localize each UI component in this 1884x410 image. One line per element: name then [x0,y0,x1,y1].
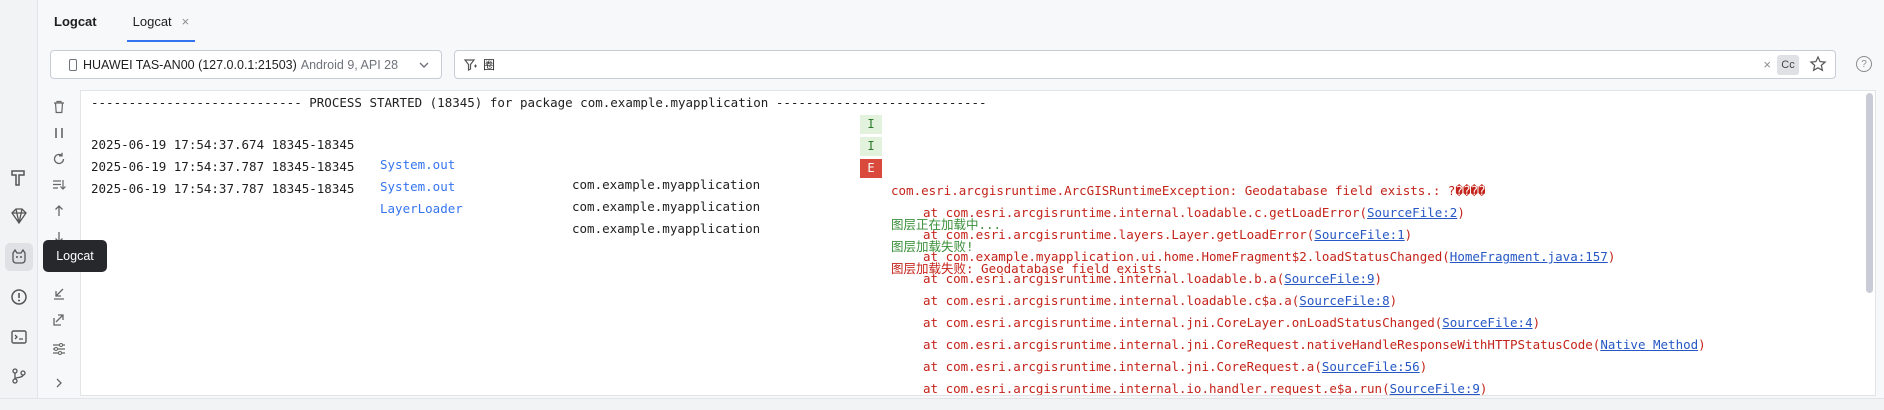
device-selector[interactable]: HUAWEI TAS-AN00 (127.0.0.1:21503) Androi… [50,50,442,79]
expand-icon[interactable] [46,372,72,394]
stack-frame: at com.esri.arcgisruntime.internal.jni.C… [923,313,1540,333]
tool-window-strip [0,0,38,410]
source-link[interactable]: SourceFile:9 [1390,381,1480,395]
stack-frame-close: ) [1479,381,1488,396]
log-entry: 2025-06-19 17:54:37.787 18345-18345 Laye… [91,159,1851,276]
stack-frame-method: at com.esri.arcgisruntime.internal.io.ha… [923,381,1390,396]
stack-frame-method: at com.esri.arcgisruntime.internal.jni.C… [923,337,1601,352]
stack-frame: at com.esri.arcgisruntime.internal.jni.C… [923,335,1706,355]
stack-frame-close: ) [1419,359,1428,374]
phone-icon [69,58,77,71]
stack-frame: at com.esri.arcgisruntime.internal.loada… [923,203,1465,223]
log-tag[interactable]: LayerLoader [380,199,463,219]
scroll-up-icon[interactable] [46,200,72,222]
stack-frame-method: at com.example.myapplication.ui.home.Hom… [923,249,1450,264]
close-icon[interactable]: × [182,14,190,29]
source-link[interactable]: SourceFile:1 [1314,227,1404,242]
source-link[interactable]: HomeFragment.java:157 [1450,249,1608,264]
status-bar [0,398,1884,410]
stack-frame: at com.esri.arcgisruntime.internal.jni.C… [923,357,1427,377]
log-time: 2025-06-19 17:54:37.787 18345-18345 [91,181,355,196]
star-icon[interactable] [1809,55,1827,73]
source-link[interactable]: SourceFile:56 [1322,359,1420,374]
logcat-window: Logcat Logcat × HUAWEI TAS-AN00 (127.0.0… [0,0,1884,410]
terminal-icon[interactable] [5,323,33,351]
stack-frame-method: at com.esri.arcgisruntime.internal.loada… [923,271,1285,286]
source-link[interactable]: SourceFile:9 [1284,271,1374,286]
build-icon[interactable] [5,164,33,192]
filter-icon [463,58,477,71]
source-link[interactable]: SourceFile:4 [1442,315,1532,330]
vertical-scrollbar[interactable] [1866,93,1873,293]
stack-frame-close: ) [1698,337,1706,352]
source-link[interactable]: Native Method [1600,337,1698,352]
source-link[interactable]: SourceFile:8 [1299,293,1389,308]
level-badge: I [860,115,882,134]
problems-icon[interactable] [5,283,33,311]
tooltip: Logcat [43,240,107,272]
process-started-line: ---------------------------- PROCESS STA… [91,95,987,110]
export-icon[interactable] [46,308,72,330]
tab-logcat[interactable]: Logcat × [126,0,196,42]
source-link[interactable]: SourceFile:2 [1367,205,1457,220]
stack-frame: at com.example.myapplication.ui.home.Hom… [923,247,1615,267]
stack-frame-method: at com.esri.arcgisruntime.internal.loada… [923,293,1300,308]
device-details: Android 9, API 28 [300,57,399,72]
stack-frame-method: at com.esri.arcgisruntime.layers.Layer.g… [923,227,1315,242]
stack-frame-close: ) [1374,271,1383,286]
restart-icon[interactable] [46,148,72,170]
gem-icon[interactable] [5,202,33,230]
tab-bar: Logcat Logcat × [38,0,1884,42]
stack-frame-method: at com.esri.arcgisruntime.internal.jni.C… [923,315,1443,330]
clear-filter-icon[interactable]: × [1763,57,1771,72]
filter-input[interactable]: 圈 × Cc [454,50,1836,79]
tool-window-title: Logcat [54,13,97,29]
match-case-toggle[interactable]: Cc [1777,55,1799,75]
stack-frame-close: ) [1532,315,1541,330]
log-output[interactable]: ---------------------------- PROCESS STA… [80,90,1876,396]
stack-frame: at com.esri.arcgisruntime.internal.loada… [923,269,1382,289]
filter-value: 圈 [483,58,496,72]
stack-frame: at com.esri.arcgisruntime.internal.io.ha… [923,379,1488,396]
tab-label: Logcat [132,13,172,29]
stack-frame-close: ) [1404,227,1413,242]
log-package: com.example.myapplication [572,199,761,214]
pause-icon[interactable] [46,122,72,144]
exception-line: com.esri.arcgisruntime.ArcGISRuntimeExce… [891,183,1486,198]
stack-frame-close: ) [1389,293,1398,308]
stack-frame: at com.esri.arcgisruntime.internal.loada… [923,291,1397,311]
stack-frame-close: ) [1607,249,1616,264]
settings-sliders-icon[interactable] [46,338,72,360]
log-tag[interactable]: System.out [380,177,455,197]
stack-frame-close: ) [1457,205,1465,220]
level-badge: E [860,159,882,178]
log-package: com.example.myapplication [572,221,761,236]
import-icon[interactable] [46,282,72,304]
clear-log-icon[interactable] [46,96,72,118]
git-icon[interactable] [5,362,33,390]
stack-frame: at com.esri.arcgisruntime.layers.Layer.g… [923,225,1412,245]
device-name: HUAWEI TAS-AN00 (127.0.0.1:21503) [83,57,297,72]
level-badge: I [860,137,882,156]
log-entry: 2025-06-19 17:54:37.787 18345-18345 Syst… [91,137,1851,254]
stack-frame-method: at com.esri.arcgisruntime.internal.jni.C… [923,359,1322,374]
stack-frame-method: at com.esri.arcgisruntime.internal.loada… [923,205,1368,220]
log-entry: 2025-06-19 17:54:37.674 18345-18345 Syst… [91,115,1851,232]
scroll-to-end-icon[interactable] [46,174,72,196]
logcat-icon[interactable] [5,243,33,271]
chevron-down-icon [419,62,429,68]
help-icon[interactable]: ? [1856,56,1872,72]
